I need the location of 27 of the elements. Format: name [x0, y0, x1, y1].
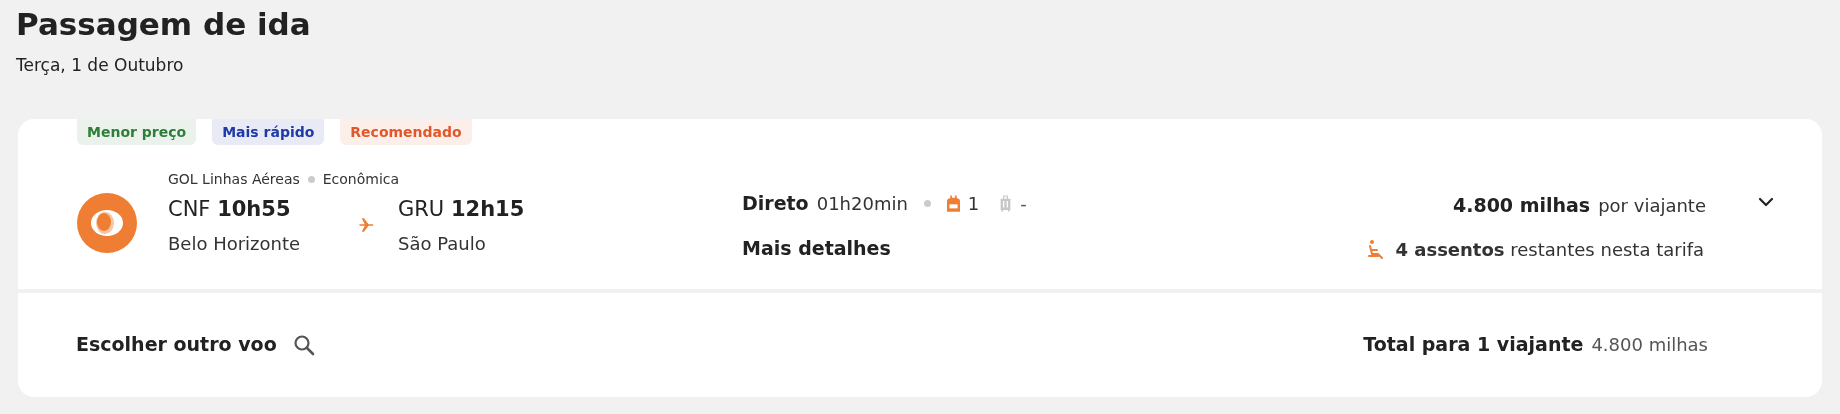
search-icon [292, 333, 315, 356]
flight-time: CNF 10h55 [168, 196, 292, 224]
tag: Recomendado [340, 118, 472, 146]
airplane-icon [358, 216, 376, 235]
separator-dot [923, 200, 931, 208]
baggage-count: 1 [967, 192, 980, 217]
flight-time: GRU 12h15 [398, 196, 526, 224]
seats-text: 4 assentos restantes nesta tarifa [1395, 238, 1704, 262]
airline-name: GOL Linhas Aéreas [168, 170, 300, 190]
tag: Mais rápido [212, 118, 325, 146]
tag: Menor preço [77, 118, 197, 146]
change-flight-button[interactable]: Escolher outro voo [76, 330, 315, 359]
city-name: São Paulo [398, 232, 487, 256]
city-name: Belo Horizonte [168, 232, 302, 256]
duration-text: 01h20min [816, 192, 908, 217]
stops-text: Direto [742, 191, 809, 217]
price-text: 4.800 milhas [1452, 193, 1591, 219]
price-unit: por viajante [1598, 194, 1706, 219]
airline-logo [77, 193, 137, 254]
separator-dot [307, 176, 315, 184]
baggage-count: - [1020, 192, 1027, 217]
total-value: 4.800 milhas [1591, 333, 1708, 358]
page-title: Passagem de ida [16, 5, 312, 44]
date-text: Terça, 1 de Outubro [16, 54, 185, 78]
total-label: Total para 1 viajante [1363, 332, 1584, 358]
details-link[interactable]: Mais detalhes [742, 234, 891, 263]
cabin-class: Econômica [322, 170, 400, 190]
